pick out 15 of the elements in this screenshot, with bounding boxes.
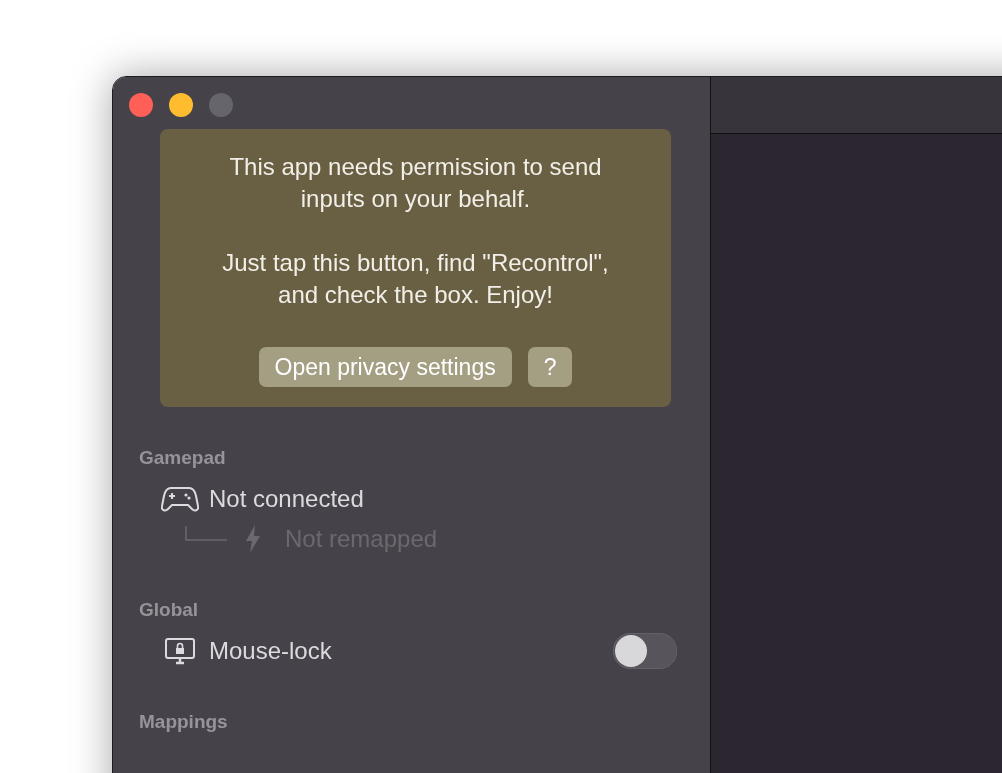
section-heading: Global xyxy=(139,599,200,621)
notice-text: This app needs permission to send inputs on your behalf. xyxy=(228,152,603,214)
row-label: Not connected xyxy=(209,485,364,513)
section-heading: Gamepad xyxy=(139,447,227,469)
lightning-icon xyxy=(245,525,261,553)
privacy-settings-button[interactable]: Open privacy settings xyxy=(258,347,512,387)
minimize-button[interactable] xyxy=(169,93,193,117)
tree-connector xyxy=(185,526,227,542)
help-button[interactable]: ? xyxy=(527,347,573,387)
close-button[interactable] xyxy=(129,93,153,117)
notice-text: Just tap this button, find "Recontrol", and check the box. Enjoy! xyxy=(221,248,610,310)
row-label: Mouse-lock xyxy=(209,637,332,665)
gamepad-icon xyxy=(161,485,199,513)
section-heading: Mappings xyxy=(139,711,229,733)
toggle-switch[interactable] xyxy=(613,633,677,669)
